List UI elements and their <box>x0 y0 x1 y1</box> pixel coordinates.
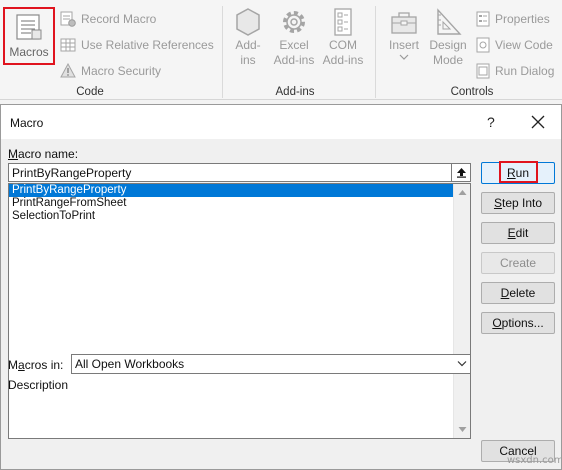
developer-ribbon: Macros Record Macro Use Relative Referen… <box>0 0 562 100</box>
record-macro-button[interactable]: Record Macro <box>60 9 156 29</box>
step-into-button[interactable]: Step Into <box>481 192 555 214</box>
record-macro-label: Record Macro <box>81 12 157 26</box>
com-addins-label-line2: Add-ins <box>322 53 364 67</box>
list-item[interactable]: PrintByRangeProperty <box>9 184 454 197</box>
macro-dialog: Macro ? Macro name: PrintByRangeProperty… <box>0 104 562 470</box>
run-dialog-button[interactable]: Run Dialog <box>476 61 554 81</box>
excel-addins-button[interactable]: Excel Add-ins <box>266 6 322 68</box>
properties-icon <box>476 11 490 27</box>
com-addins-label-line1: COM <box>329 38 357 52</box>
gear-icon <box>283 11 305 33</box>
chevron-down-icon <box>399 54 409 60</box>
macros-icon <box>16 14 42 40</box>
excel-addins-label-line1: Excel <box>279 38 309 52</box>
chevron-down-icon <box>457 361 467 367</box>
group-label-code: Code <box>76 86 104 98</box>
list-scrollbar[interactable] <box>453 184 470 438</box>
close-icon[interactable] <box>529 113 547 131</box>
macro-list[interactable]: PrintByRangeProperty PrintRangeFromSheet S… <box>8 183 471 439</box>
toolbox-icon <box>391 12 417 34</box>
list-item[interactable]: PrintRangeFromSheet <box>9 197 454 210</box>
dialog-titlebar: Macro ? <box>1 105 561 139</box>
help-button[interactable]: ? <box>487 114 495 130</box>
design-mode-label-line2: Mode <box>432 53 464 67</box>
excel-addins-label-line2: Add-ins <box>273 53 315 67</box>
upload-arrow-icon <box>456 168 466 178</box>
macro-name-input[interactable]: PrintByRangeProperty <box>8 163 454 182</box>
macros-in-label: Macros in: <box>8 358 64 372</box>
grid-icon <box>60 38 76 52</box>
com-icon <box>334 8 352 36</box>
watermark: wsxdn.com <box>507 455 562 466</box>
group-label-addins: Add-ins <box>275 86 315 98</box>
collapse-button[interactable] <box>451 163 471 182</box>
group-label-controls: Controls <box>450 86 494 98</box>
design-mode-button[interactable]: Design Mode <box>420 6 476 68</box>
properties-button[interactable]: Properties <box>476 9 550 29</box>
view-code-icon <box>476 37 490 53</box>
macro-name-label: Macro name: <box>8 147 79 161</box>
warning-icon <box>60 63 76 78</box>
list-item[interactable]: SelectionToPrint <box>9 210 454 223</box>
macros-in-dropdown[interactable]: All Open Workbooks <box>71 354 471 374</box>
create-button[interactable]: Create <box>481 252 555 274</box>
macro-security-button[interactable]: Macro Security <box>60 61 161 81</box>
macros-label: Macros <box>9 45 49 59</box>
description-label: Description <box>8 378 69 392</box>
dialog-title: Macro <box>10 116 44 130</box>
hexagon-icon <box>236 8 260 36</box>
view-code-button[interactable]: View Code <box>476 35 553 55</box>
edit-button[interactable]: Edit <box>481 222 555 244</box>
macro-security-label: Macro Security <box>81 64 162 78</box>
macros-in-value: All Open Workbooks <box>75 357 185 371</box>
delete-button[interactable]: Delete <box>481 282 555 304</box>
ruler-triangle-icon <box>437 8 462 35</box>
run-highlight-box <box>499 161 538 183</box>
scroll-down-icon[interactable] <box>458 425 467 434</box>
use-relative-references-button[interactable]: Use Relative References <box>60 35 214 55</box>
record-macro-icon <box>60 11 76 27</box>
run-dialog-icon <box>476 63 490 79</box>
scroll-up-icon[interactable] <box>458 188 467 197</box>
options-button[interactable]: Options... <box>481 312 555 334</box>
run-dialog-label: Run Dialog <box>495 64 555 78</box>
com-addins-button[interactable]: COM Add-ins <box>315 6 371 68</box>
macros-button[interactable]: Macros <box>3 7 55 65</box>
properties-label: Properties <box>495 12 550 26</box>
design-mode-label-line1: Design <box>429 38 467 52</box>
use-relative-references-label: Use Relative References <box>81 38 214 52</box>
view-code-label: View Code <box>495 38 553 52</box>
